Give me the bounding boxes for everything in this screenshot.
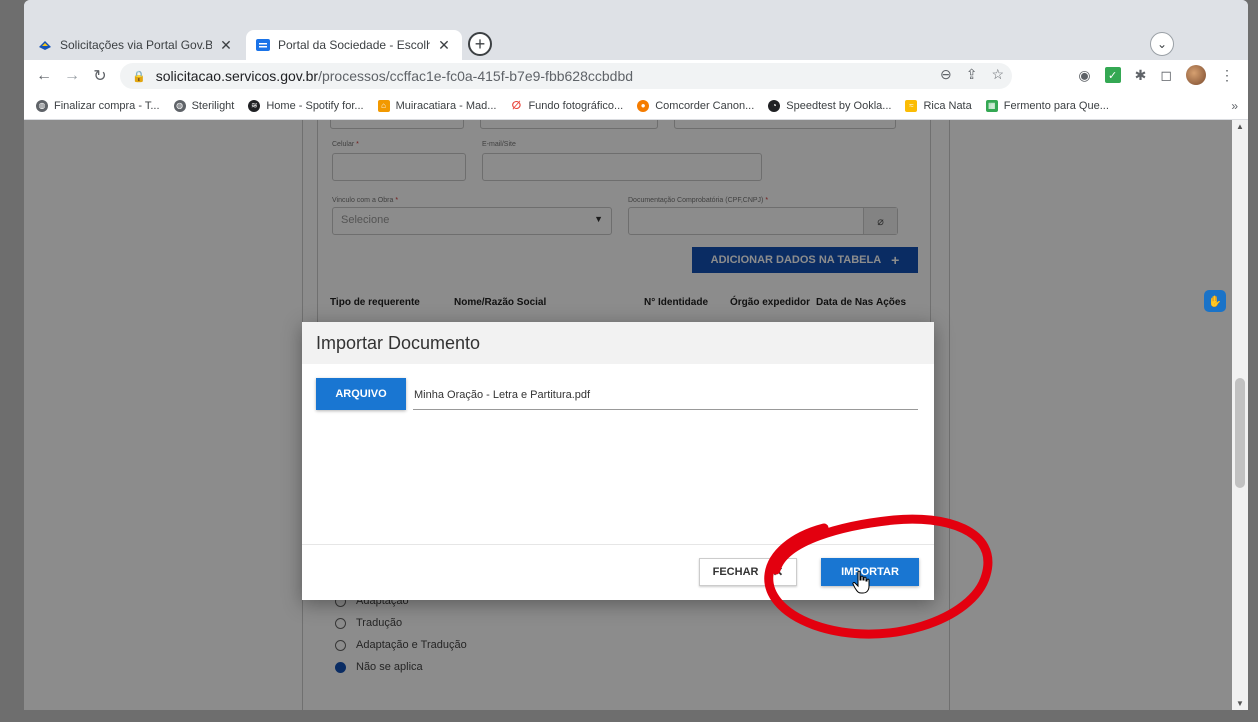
address-bar[interactable]: 🔒 solicitacao.servicos.gov.br/processos/… — [120, 63, 1012, 89]
globe-icon: ◍ — [36, 99, 48, 112]
bookmarks-bar: ◍ Finalizar compra - T... ◍ Sterilight ≋ Ho… — [24, 92, 1248, 120]
importar-documento-dialog: Importar Documento ARQUIVO Minha Oração … — [302, 322, 934, 600]
tab-strip: Solicitações via Portal Gov.Br — F ✕ Por… — [24, 0, 1248, 62]
bookmark-item[interactable]: ⵁ Fundo fotográfico... — [510, 99, 623, 112]
more-menu-icon[interactable]: ⋮ — [1220, 67, 1234, 84]
tab-close-icon[interactable]: ✕ — [218, 37, 234, 54]
bookmark-item[interactable]: ≋ Home - Spotify for... — [248, 99, 364, 112]
page-viewport: Celular * E-mail/Site Vinculo com a Obra… — [24, 120, 1248, 710]
zoom-icon[interactable]: ⊖ — [940, 66, 952, 83]
bookmark-item[interactable]: ≈ Rica Nata — [905, 99, 972, 112]
tab-search-chevron-icon[interactable]: ⌄ — [1150, 32, 1174, 56]
tab-solicitacoes[interactable]: Solicitações via Portal Gov.Br — F ✕ — [28, 30, 244, 60]
tab-portal-sociedade[interactable]: Portal da Sociedade - Escolher Ti ✕ — [246, 30, 462, 60]
gov-br-favicon-icon — [38, 38, 52, 52]
importar-button[interactable]: IMPORTAR — [821, 558, 919, 586]
arrow-logo-icon: ⵁ — [510, 99, 523, 112]
scroll-up-arrow-icon[interactable]: ▲ — [1236, 122, 1244, 131]
scrollbar-thumb[interactable] — [1235, 378, 1245, 488]
scroll-down-arrow-icon[interactable]: ▼ — [1236, 699, 1244, 708]
bookmarks-overflow-icon[interactable]: » — [1231, 99, 1238, 113]
dialog-divider — [302, 544, 934, 545]
page-scrollbar[interactable]: ▲ ▼ — [1232, 120, 1248, 710]
browser-toolbar: ← → ↻ 🔒 solicitacao.servicos.gov.br/proc… — [24, 60, 1248, 92]
bookmark-item[interactable]: ◍ Sterilight — [173, 99, 234, 112]
side-panel-icon[interactable]: ◻ — [1160, 67, 1172, 84]
spotify-icon: ≋ — [248, 99, 261, 112]
url-host: solicitacao.servicos.gov.br — [155, 68, 319, 84]
extensions-area: ◉ ✓ ✱ ◻ ⋮ — [1078, 65, 1234, 85]
arquivo-button[interactable]: ARQUIVO — [316, 378, 406, 410]
reload-icon[interactable]: ↻ — [86, 66, 114, 86]
close-icon: ✕ — [772, 564, 784, 579]
dialog-title: Importar Documento — [302, 322, 934, 364]
bookmark-item[interactable]: ⌂ Muiracatiara - Mad... — [377, 99, 496, 112]
browser-window: Solicitações via Portal Gov.Br — F ✕ Por… — [24, 0, 1248, 710]
file-name-field[interactable]: Minha Oração - Letra e Partitura.pdf — [413, 380, 918, 410]
puzzle-extensions-icon[interactable]: ✱ — [1135, 67, 1147, 84]
omnibox-icons: ⊖ ⇪ ☆ — [940, 66, 1004, 83]
globe-icon: ◍ — [173, 99, 186, 112]
new-tab-button[interactable]: + — [468, 32, 492, 56]
bookmark-item[interactable]: ▦ Fermento para Que... — [985, 99, 1109, 112]
shopping-icon: ● — [637, 99, 650, 112]
yeast-icon: ▦ — [985, 99, 998, 112]
bookmark-item[interactable]: ● Comcorder Canon... — [637, 99, 754, 112]
profile-avatar[interactable] — [1186, 65, 1206, 85]
tab-title: Solicitações via Portal Gov.Br — F — [60, 38, 212, 52]
speedtest-icon: ◔ — [768, 99, 781, 112]
share-icon[interactable]: ⇪ — [966, 66, 978, 83]
cream-icon: ≈ — [905, 99, 918, 112]
forward-arrow-icon[interactable]: → — [58, 67, 86, 85]
house-icon: ⌂ — [377, 99, 390, 112]
tab-title: Portal da Sociedade - Escolher Ti — [278, 38, 430, 52]
fechar-button[interactable]: FECHAR ✕ — [699, 558, 797, 586]
bookmark-star-icon[interactable]: ☆ — [991, 66, 1004, 83]
bookmark-item[interactable]: ◍ Finalizar compra - T... — [36, 99, 160, 112]
bookmark-item[interactable]: ◔ Speedtest by Ookla... — [768, 99, 891, 112]
vlibras-accessibility-icon[interactable]: ✋ — [1204, 290, 1226, 312]
back-arrow-icon[interactable]: ← — [30, 67, 58, 85]
extension-circle-icon[interactable]: ◉ — [1078, 67, 1090, 84]
hand-pointer-icon — [852, 570, 870, 594]
tab-close-icon[interactable]: ✕ — [436, 37, 452, 54]
checkmark-extension-icon[interactable]: ✓ — [1104, 67, 1121, 83]
portal-favicon-icon — [256, 38, 270, 52]
lock-icon: 🔒 — [132, 70, 146, 83]
url-path: /processos/ccffac1e-fc0a-415f-b7e9-fbb62… — [318, 68, 634, 84]
